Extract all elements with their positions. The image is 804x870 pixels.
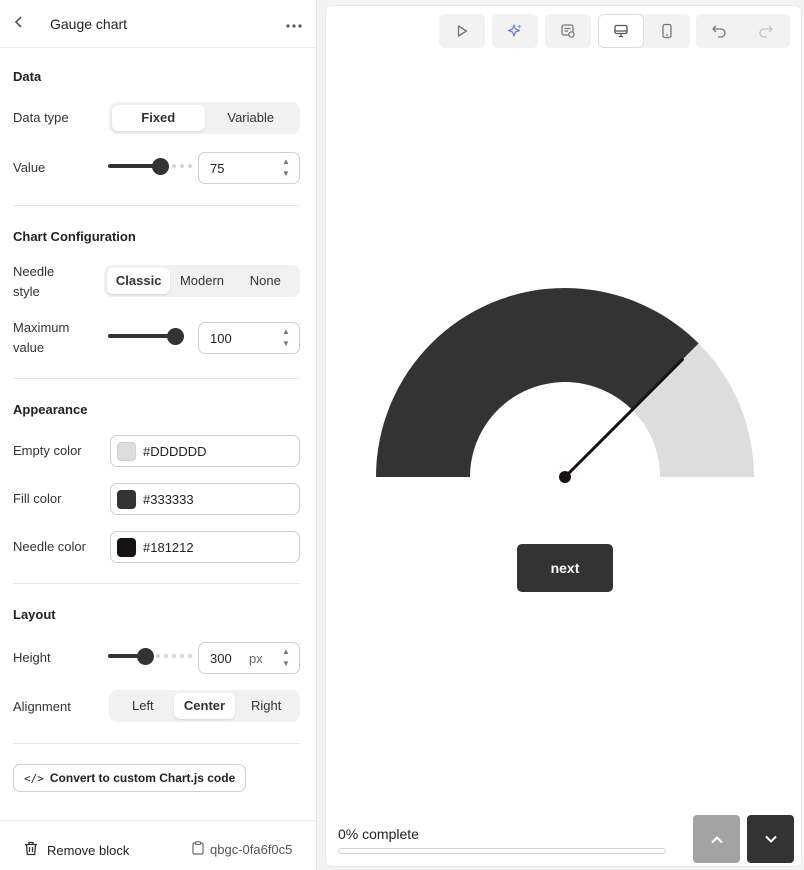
section-title-chart-config: Chart Configuration <box>13 229 136 244</box>
remove-block-label: Remove block <box>47 842 130 858</box>
panel-header: Gauge chart <box>0 0 316 48</box>
height-slider[interactable] <box>108 648 192 665</box>
remove-block-button[interactable]: Remove block <box>24 841 129 859</box>
next-page-button[interactable] <box>747 815 794 863</box>
height-input-text: 300 <box>210 651 232 666</box>
empty-color-label: Empty color <box>13 443 82 458</box>
undo-icon[interactable] <box>696 14 742 48</box>
data-type-option-fixed[interactable]: Fixed <box>112 105 205 131</box>
fill-color-hex: #333333 <box>143 492 194 507</box>
desktop-icon[interactable] <box>598 14 644 48</box>
value-input[interactable]: 75 ▲ ▼ <box>198 152 300 184</box>
redo-icon[interactable] <box>743 14 789 48</box>
needle-style-option-classic[interactable]: Classic <box>107 268 171 294</box>
max-value-input[interactable]: 100 ▲ ▼ <box>198 322 300 354</box>
value-slider-handle[interactable] <box>152 158 169 175</box>
preview-canvas: next 0% complete <box>325 5 802 867</box>
previous-page-button[interactable] <box>693 815 740 863</box>
back-icon[interactable] <box>14 15 30 32</box>
needle-style-option-modern[interactable]: Modern <box>170 268 233 294</box>
progress-bar <box>338 848 666 854</box>
section-title-layout: Layout <box>13 607 56 622</box>
max-value-slider[interactable] <box>108 328 186 345</box>
panel-title: Gauge chart <box>50 15 128 32</box>
section-title-appearance: Appearance <box>13 402 88 417</box>
needle-style-label-line1: Needle <box>13 264 55 279</box>
height-label: Height <box>13 650 51 665</box>
height-slider-handle[interactable] <box>137 648 154 665</box>
convert-to-chartjs-button[interactable]: </> Convert to custom Chart.js code <box>13 764 247 792</box>
max-value-label-line2: value <box>13 340 45 355</box>
gauge-fill-arc <box>376 288 699 477</box>
gauge-chart <box>376 288 754 483</box>
alignment-label: Alignment <box>13 699 71 714</box>
value-stepper[interactable]: ▲ ▼ <box>278 156 294 180</box>
divider <box>13 743 300 744</box>
max-value-label-line1: Maximum <box>13 320 70 335</box>
stepper-up-icon[interactable]: ▲ <box>278 646 294 658</box>
more-options-icon[interactable] <box>286 15 302 33</box>
alignment-option-center[interactable]: Center <box>173 693 236 719</box>
max-value-stepper[interactable]: ▲ ▼ <box>278 326 294 350</box>
needle-style-segmented: Classic Modern None <box>104 265 300 297</box>
fill-color-input[interactable]: #333333 <box>110 483 300 515</box>
stepper-up-icon[interactable]: ▲ <box>278 156 294 168</box>
stepper-down-icon[interactable]: ▼ <box>278 338 294 350</box>
height-input[interactable]: 300 px ▲ ▼ <box>198 642 300 674</box>
value-input-text: 75 <box>210 161 225 176</box>
stepper-up-icon[interactable]: ▲ <box>278 326 294 338</box>
stepper-down-icon[interactable]: ▼ <box>278 168 294 180</box>
empty-color-swatch[interactable] <box>117 442 136 461</box>
settings-panel: Gauge chart Data Data type Fixed Variabl… <box>0 0 317 870</box>
fill-color-label: Fill color <box>13 491 62 506</box>
value-slider-rest <box>172 164 192 168</box>
sparkle-icon[interactable] <box>492 14 538 48</box>
height-unit: px <box>249 651 263 666</box>
next-button[interactable]: next <box>517 544 613 592</box>
needle-color-swatch[interactable] <box>117 538 136 557</box>
needle-color-label: Needle color <box>13 539 86 554</box>
code-icon: </> <box>24 771 44 785</box>
data-type-segmented: Fixed Variable <box>109 102 300 134</box>
block-id[interactable]: qbgc-0fa6f0c5 <box>192 841 292 858</box>
divider <box>13 205 300 206</box>
mobile-icon[interactable] <box>644 14 690 48</box>
trash-icon <box>24 841 38 859</box>
empty-color-input[interactable]: #DDDDDD <box>110 435 300 467</box>
max-value-input-text: 100 <box>210 331 232 346</box>
empty-color-hex: #DDDDDD <box>143 444 207 459</box>
data-type-option-variable[interactable]: Variable <box>205 105 298 131</box>
preview-icon[interactable] <box>545 14 591 48</box>
divider <box>13 378 300 379</box>
section-title-data: Data <box>13 69 42 84</box>
alignment-option-left[interactable]: Left <box>112 693 174 719</box>
needle-style-label-line2: style <box>13 284 40 299</box>
value-slider[interactable] <box>108 158 192 175</box>
block-id-text: qbgc-0fa6f0c5 <box>210 842 293 857</box>
needle-style-option-none[interactable]: None <box>234 268 297 294</box>
gauge-needle-hub <box>559 471 571 483</box>
divider <box>13 583 300 584</box>
data-type-label: Data type <box>13 110 69 125</box>
play-icon[interactable] <box>439 14 485 48</box>
clipboard-icon <box>192 841 204 858</box>
needle-color-input[interactable]: #181212 <box>110 531 300 563</box>
fill-color-swatch[interactable] <box>117 490 136 509</box>
height-stepper[interactable]: ▲ ▼ <box>278 646 294 670</box>
alignment-option-right[interactable]: Right <box>235 693 297 719</box>
stepper-down-icon[interactable]: ▼ <box>278 658 294 670</box>
height-slider-rest <box>156 654 192 658</box>
panel-footer: Remove block qbgc-0fa6f0c5 <box>0 820 316 870</box>
alignment-segmented: Left Center Right <box>109 690 300 722</box>
convert-button-label: Convert to custom Chart.js code <box>49 771 236 785</box>
progress-text: 0% complete <box>338 826 419 842</box>
needle-color-hex: #181212 <box>143 540 194 555</box>
max-value-slider-handle[interactable] <box>167 328 184 345</box>
value-label: Value <box>13 160 46 175</box>
